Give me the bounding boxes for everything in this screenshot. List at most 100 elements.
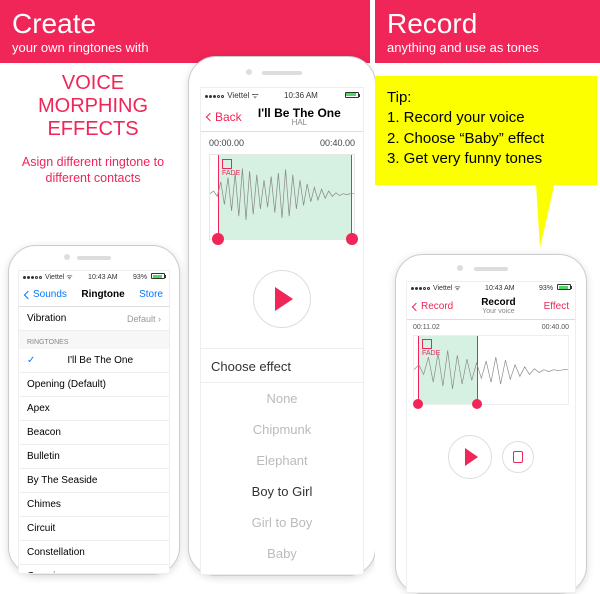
phone-ringtone-list: Viettel ᯤ 10:43 AM 93% Sounds Ringtone S… [8, 245, 180, 575]
tip-label: Tip: [387, 88, 585, 108]
ringtone-row[interactable]: Cosmic [19, 565, 169, 574]
header-record: Record anything and use as tones [375, 0, 600, 63]
status-time: 10:43 AM [88, 274, 118, 281]
play-icon [275, 287, 293, 311]
nav-bar: Back I'll Be The OneHAL [201, 102, 363, 132]
phone-screen: Viettel ᯤ 10:36 AM Back I'll Be The OneH… [200, 87, 364, 575]
nav-title: Ringtone [81, 289, 124, 300]
status-bar: Viettel ᯤ 10:36 AM [201, 88, 363, 102]
ringtone-label: Apex [27, 403, 50, 414]
ringtone-row[interactable]: Circuit [19, 517, 169, 541]
effect-option[interactable]: Chipmunk [201, 414, 363, 445]
ringtone-label: Opening (Default) [27, 379, 106, 390]
status-left: Viettel ᯤ [23, 273, 73, 282]
ringtone-label: Cosmic [27, 571, 60, 574]
delete-button[interactable] [502, 441, 534, 473]
ringtone-row[interactable]: Constellation [19, 541, 169, 565]
ringtone-label: Circuit [27, 523, 55, 534]
ringtone-label: I'll Be The One [67, 355, 133, 366]
back-button[interactable]: Sounds [25, 289, 67, 300]
trim-handle-left[interactable] [413, 399, 423, 409]
nav-bar: Record RecordYour voice Effect [407, 294, 575, 320]
store-button[interactable]: Store [139, 289, 163, 300]
nav-title: RecordYour voice [481, 298, 515, 315]
tip-line-1: 1. Record your voice [387, 108, 585, 128]
ringtone-row[interactable]: By The Seaside [19, 469, 169, 493]
trim-handle-right[interactable] [472, 399, 482, 409]
ringtone-row[interactable]: Bulletin [19, 445, 169, 469]
header-title: Record [387, 10, 588, 38]
ringtone-row[interactable]: ✓ I'll Be The One [19, 349, 169, 373]
vibration-value: Default › [127, 314, 161, 324]
effect-option[interactable]: Baby [201, 538, 363, 569]
ringtone-list: ✓ I'll Be The One Opening (Default) Apex Bea… [19, 349, 169, 574]
play-icon [465, 448, 478, 466]
time-start: 00:00.00 [209, 138, 244, 148]
choose-effect-label: Choose effect [201, 348, 363, 383]
phone-screen: Viettel ᯤ 10:43 AM 93% Record RecordYour… [406, 281, 576, 593]
status-left: Viettel ᯤ [205, 90, 259, 101]
play-button[interactable] [253, 270, 311, 328]
phone-editor: Viettel ᯤ 10:36 AM Back I'll Be The OneH… [188, 56, 376, 576]
promo-block: VOICE MORPHING EFFECTS Asign different r… [8, 72, 178, 186]
tip-line-3: 3. Get very funny tones [387, 149, 585, 169]
chevron-left-icon [412, 302, 420, 310]
status-right [343, 91, 359, 100]
phone-screen: Viettel ᯤ 10:43 AM 93% Sounds Ringtone S… [18, 270, 170, 574]
back-button[interactable]: Record [413, 301, 453, 312]
chevron-left-icon [24, 290, 32, 298]
ringtone-label: Bulletin [27, 451, 60, 462]
nav-bar: Sounds Ringtone Store [19, 283, 169, 307]
waveform-editor[interactable]: FADE [413, 335, 569, 405]
tip-callout: Tip: 1. Record your voice 2. Choose “Bab… [375, 76, 597, 185]
section-header: RINGTONES [19, 331, 169, 349]
phone-speaker [77, 256, 111, 260]
trash-icon [513, 451, 523, 463]
checkmark-icon: ✓ [27, 355, 35, 366]
ringtone-row[interactable]: Beacon [19, 421, 169, 445]
promo-desc: Asign different ringtone to different co… [8, 155, 178, 186]
time-row: 00:11.02 00:40.00 [407, 320, 575, 335]
header-title: Create [12, 10, 358, 38]
ringtone-row[interactable]: Opening (Default) [19, 373, 169, 397]
vibration-row[interactable]: Vibration Default › [19, 307, 169, 331]
phone-camera [64, 254, 70, 260]
status-right: 93% [539, 284, 571, 292]
header-subtitle: your own ringtones with [12, 40, 358, 55]
time-row: 00:00.00 00:40.00 [201, 132, 363, 154]
button-row [407, 435, 575, 479]
chevron-left-icon [206, 112, 214, 120]
vibration-label: Vibration [27, 313, 66, 324]
phone-speaker [474, 267, 508, 271]
status-time: 10:36 AM [284, 91, 318, 100]
time-end: 00:40.00 [320, 138, 355, 148]
time-start: 00:11.02 [413, 324, 440, 331]
trim-handle-right[interactable] [346, 233, 358, 245]
effect-option[interactable]: Girl to Boy [201, 507, 363, 538]
play-button[interactable] [448, 435, 492, 479]
panel-record: Record anything and use as tones Tip: 1.… [375, 0, 600, 567]
status-left: Viettel ᯤ [411, 284, 461, 293]
status-bar: Viettel ᯤ 10:43 AM 93% [19, 271, 169, 283]
status-right: 93% [133, 273, 165, 281]
back-button[interactable]: Back [207, 110, 242, 124]
waveform-icon [210, 155, 354, 232]
ringtone-label: Beacon [27, 427, 61, 438]
trim-handle-left[interactable] [212, 233, 224, 245]
header-subtitle: anything and use as tones [387, 40, 588, 55]
effect-option[interactable]: None [201, 383, 363, 414]
nav-title: I'll Be The OneHAL [258, 107, 341, 127]
effect-option[interactable]: Elephant [201, 445, 363, 476]
waveform-editor[interactable]: FADE [209, 154, 355, 240]
status-bar: Viettel ᯤ 10:43 AM 93% [407, 282, 575, 294]
effect-option[interactable]: Boy to Girl [201, 476, 363, 507]
ringtone-label: Chimes [27, 499, 61, 510]
ringtone-row[interactable]: Apex [19, 397, 169, 421]
effect-picker[interactable]: NoneChipmunkElephantBoy to GirlGirl to B… [201, 383, 363, 569]
panel-create: Create your own ringtones with VOICE MOR… [0, 0, 370, 567]
ringtone-row[interactable]: Chimes [19, 493, 169, 517]
callout-tail-icon [535, 168, 558, 248]
header-create: Create your own ringtones with [0, 0, 370, 63]
effect-button[interactable]: Effect [544, 301, 569, 312]
time-end: 00:40.00 [542, 324, 569, 331]
